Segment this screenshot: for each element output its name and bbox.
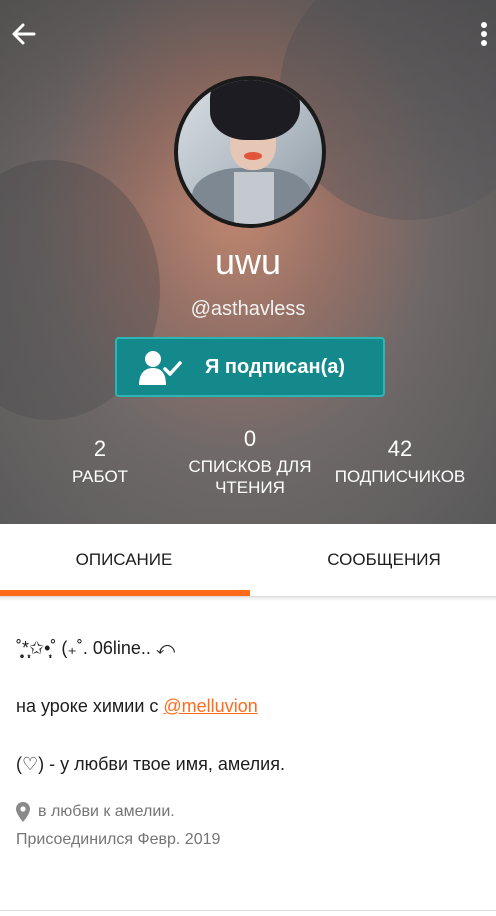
stat-works-label: РАБОТ bbox=[71, 467, 129, 486]
tab-messages[interactable]: СООБЩЕНИЯ bbox=[260, 524, 496, 596]
active-tab-indicator bbox=[0, 590, 250, 596]
stat-followers-count: 42 bbox=[387, 436, 413, 461]
stat-followers[interactable]: 42 ПОДПИСЧИКОВ bbox=[326, 436, 474, 487]
arrow-left-icon bbox=[12, 23, 36, 45]
profile-header: uwu @asthavless Я подписан(а) 2 РАБОТ 0 … bbox=[0, 0, 496, 524]
following-button-label: Я подписан(а) bbox=[205, 356, 346, 378]
profile-display-name: uwu bbox=[214, 241, 282, 282]
more-options-button[interactable] bbox=[472, 18, 496, 50]
joined-date: Присоединился Февр. 2019 bbox=[16, 831, 221, 848]
stat-reading-lists-label: СПИСКОВ ДЛЯ bbox=[188, 457, 312, 476]
description-line-2: на уроке химии с @melluvion bbox=[16, 694, 258, 718]
user-check-icon bbox=[139, 351, 182, 385]
location-text: в любви к амелии. bbox=[38, 803, 175, 820]
stat-reading-lists-count: 0 bbox=[243, 426, 257, 451]
mention-link[interactable]: @melluvion bbox=[163, 696, 257, 716]
location-row: в любви к амелии. bbox=[16, 802, 175, 822]
more-vertical-icon bbox=[481, 22, 487, 46]
description-line-1: ˚̩̥̩̥*̩̩͙✩•̩̩͙˚ (₊˚. 06line.. ⤺ bbox=[16, 638, 176, 658]
profile-tabs: ОПИСАНИЕ СООБЩЕНИЯ bbox=[0, 524, 496, 597]
stat-followers-label: ПОДПИСЧИКОВ bbox=[334, 467, 466, 486]
avatar[interactable] bbox=[174, 76, 326, 228]
stat-reading-lists[interactable]: 0 СПИСКОВ ДЛЯ ЧТЕНИЯ bbox=[170, 426, 330, 498]
tab-description[interactable]: ОПИСАНИЕ bbox=[0, 524, 248, 596]
following-button[interactable]: Я подписан(а) bbox=[115, 337, 385, 397]
location-pin-icon bbox=[16, 802, 30, 822]
stat-works-count: 2 bbox=[93, 436, 107, 461]
description-line-3: (♡) - у любви твое имя, амелия. bbox=[16, 754, 285, 774]
profile-handle: @asthavless bbox=[190, 298, 306, 320]
stat-reading-lists-label-2: ЧТЕНИЯ bbox=[215, 478, 285, 497]
stat-works[interactable]: 2 РАБОТ bbox=[40, 436, 160, 487]
back-button[interactable] bbox=[8, 18, 40, 50]
avatar-image bbox=[178, 80, 322, 224]
description-text: на уроке химии с bbox=[16, 696, 164, 716]
